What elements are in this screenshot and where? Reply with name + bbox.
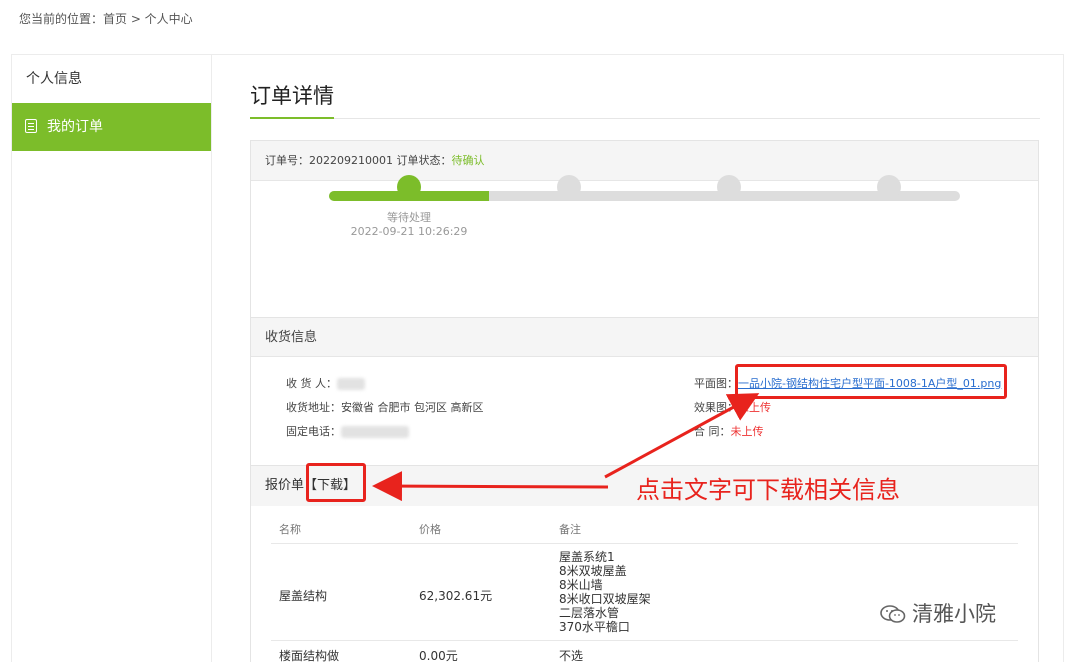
breadcrumb: 您当前的位置：首页 > 个人中心 xyxy=(19,12,193,26)
progress-step xyxy=(557,175,581,199)
progress-track xyxy=(329,191,960,201)
row-divider xyxy=(271,543,1018,544)
sidebar-item-label: 个人信息 xyxy=(26,71,82,87)
delivery-title: 收货信息 xyxy=(265,330,318,345)
sidebar: 个人信息 我的订单 xyxy=(12,55,212,662)
row-notes: 不选 xyxy=(559,649,584,662)
column-header-price: 价格 xyxy=(419,523,441,536)
download-highlight xyxy=(306,463,366,502)
render-label: 效果图： xyxy=(694,401,738,414)
delivery-header: 收货信息 xyxy=(251,318,1038,357)
render-row: 效果图：未上传 xyxy=(694,399,771,415)
row-price: 0.00元 xyxy=(419,649,458,662)
watermark: 清雅小院 xyxy=(880,598,996,628)
note-line: 370水平檐口 xyxy=(559,620,630,634)
address-label: 收货地址： xyxy=(286,401,341,414)
watermark-text: 清雅小院 xyxy=(912,602,996,626)
sidebar-item-orders[interactable]: 我的订单 xyxy=(12,103,211,151)
order-number: 订单号：202209210001 订单状态： xyxy=(265,154,452,167)
note-line: 8米收口双坡屋架 xyxy=(559,592,651,606)
document-icon xyxy=(25,119,37,133)
receiver-name-blurred xyxy=(337,378,365,390)
progress-step xyxy=(397,175,421,199)
address-value: 安徽省 合肥市 包河区 高新区 xyxy=(341,401,484,414)
plan-file-highlight xyxy=(735,364,1007,399)
progress-step-label: 等待处理 2022-09-21 10:26:29 xyxy=(329,211,489,239)
row-divider xyxy=(271,640,1018,641)
contract-status: 未上传 xyxy=(730,425,764,438)
title-divider xyxy=(250,118,1040,119)
sidebar-item-profile[interactable]: 个人信息 xyxy=(12,55,211,103)
address-row: 收货地址：安徽省 合肥市 包河区 高新区 xyxy=(286,399,484,415)
note-line: 8米山墙 xyxy=(559,578,603,592)
step-time: 2022-09-21 10:26:29 xyxy=(350,225,468,238)
note-line: 二层落水管 xyxy=(559,606,620,620)
page-title: 订单详情 xyxy=(250,84,334,108)
row-notes: 屋盖系统1 8米双坡屋盖 8米山墙 8米收口双坡屋架 二层落水管 370水平檐口 xyxy=(559,550,651,634)
phone-value-blurred xyxy=(341,426,409,438)
row-name: 屋盖结构 xyxy=(279,589,328,603)
row-price: 62,302.61元 xyxy=(419,589,493,603)
wechat-icon xyxy=(880,605,906,623)
order-header: 订单号：202209210001 订单状态：待确认 xyxy=(251,141,1038,181)
phone-row: 固定电话： xyxy=(286,423,409,439)
receiver-label: 收 货 人： xyxy=(286,377,337,390)
phone-label: 固定电话： xyxy=(286,425,341,438)
plan-label: 平面图： xyxy=(694,377,738,390)
column-header-name: 名称 xyxy=(279,523,301,536)
progress-step xyxy=(717,175,741,199)
receiver-row: 收 货 人： xyxy=(286,375,365,391)
contract-row: 合 同：未上传 xyxy=(694,423,764,439)
note-line: 屋盖系统1 xyxy=(559,550,615,564)
progress-step xyxy=(877,175,901,199)
annotation-callout: 点击文字可下载相关信息 xyxy=(636,476,900,504)
sidebar-item-label: 我的订单 xyxy=(47,119,103,135)
order-status-box: 订单号：202209210001 订单状态：待确认 等待处理 2022-09-2… xyxy=(250,140,1039,318)
title-underline xyxy=(250,117,334,119)
status-badge: 待确认 xyxy=(451,154,485,167)
user-center-panel: 个人信息 我的订单 订单详情 订单号：202209210001 订单状态：待确认… xyxy=(11,54,1064,662)
contract-label: 合 同： xyxy=(694,425,731,438)
quote-title: 报价单 xyxy=(265,478,305,493)
note-line: 8米双坡屋盖 xyxy=(559,564,627,578)
render-status: 未上传 xyxy=(738,401,771,414)
step-status: 等待处理 xyxy=(387,211,431,224)
row-name: 楼面结构做 xyxy=(279,649,340,662)
column-header-notes: 备注 xyxy=(559,523,581,536)
